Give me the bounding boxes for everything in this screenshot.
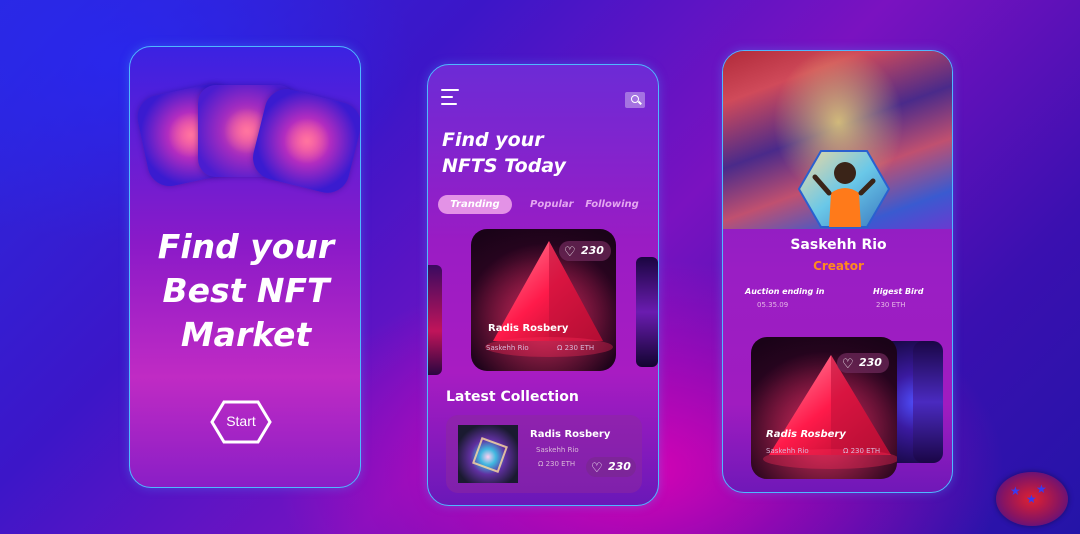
highest-bid-label: Higest Bird (873, 287, 924, 296)
page-title-line: NFTS Today (442, 155, 566, 177)
home-screen: Find your NFTS Today Tranding Popular Fo… (427, 64, 659, 506)
carousel-next-card[interactable] (636, 257, 658, 367)
like-badge[interactable]: ♡ 230 (586, 457, 636, 477)
stacked-card[interactable] (913, 341, 943, 463)
featured-nft-card[interactable]: ♡ 230 Radis Rosbery Saskehh Rio Ω 230 ET… (471, 229, 616, 371)
nft-price: Ω 230 ETH (557, 344, 595, 352)
hero-title-line: Best NFT (162, 271, 330, 310)
nft-name: Radis Rosbery (530, 429, 611, 440)
highest-bid-value: 230 ETH (876, 301, 906, 309)
hero-title-line: Find your (157, 227, 335, 266)
nft-thumbnail (458, 425, 518, 483)
heart-icon: ♡ (591, 461, 603, 476)
nft-creator: Saskehh Rio (766, 447, 809, 455)
brand-logo-icon: ★ ★ ★ (996, 472, 1068, 526)
like-count: 230 (859, 356, 882, 369)
avatar-hexagon (797, 150, 891, 228)
tab-popular[interactable]: Popular (530, 195, 574, 214)
creator-name: Saskehh Rio (790, 237, 887, 253)
nft-price: Ω 230 ETH (538, 460, 576, 468)
carousel-prev-card[interactable] (428, 265, 442, 375)
auction-timer: 05.35.09 (757, 301, 789, 309)
onboarding-screen: Find your Best NFT Market Start (129, 46, 361, 488)
tab-following[interactable]: Following (584, 195, 640, 214)
like-count: 230 (581, 244, 604, 257)
like-badge[interactable]: ♡ 230 (837, 353, 889, 373)
heart-icon: ♡ (564, 245, 576, 260)
auction-nft-card[interactable]: ♡ 230 Radis Rosbery Saskehh Rio Ω 230 ET… (751, 337, 897, 479)
auction-label: Auction ending in (745, 287, 825, 296)
like-badge[interactable]: ♡ 230 (559, 241, 611, 261)
heart-icon: ♡ (842, 357, 854, 372)
search-icon[interactable] (625, 92, 645, 108)
tab-bar: Tranding Popular Following (438, 195, 653, 215)
nft-name: Radis Rosbery (488, 323, 569, 334)
collection-list-item[interactable]: Radis Rosbery Saskehh Rio Ω 230 ETH ♡ 23… (446, 415, 642, 493)
like-count: 230 (608, 460, 631, 473)
page-title-line: Find your (442, 129, 544, 151)
nft-creator: Saskehh Rio (536, 446, 579, 454)
start-button[interactable]: Start (210, 399, 272, 445)
creator-profile-screen: Saskehh Rio Creator Auction ending in 05… (722, 50, 953, 493)
page-title: Find your NFTS Today (442, 127, 642, 179)
start-label: Start (226, 413, 256, 429)
latest-collection-heading: Latest Collection (446, 389, 579, 405)
hero-title: Find your Best NFT Market (130, 225, 360, 357)
tab-tranding[interactable]: Tranding (438, 195, 512, 214)
hero-title-line: Market (180, 315, 312, 354)
nft-creator: Saskehh Rio (486, 344, 529, 352)
nft-price: Ω 230 ETH (843, 447, 881, 455)
nft-name: Radis Rosbery (766, 429, 846, 440)
creator-role: Creator (813, 259, 864, 273)
avatar[interactable] (797, 149, 891, 229)
menu-icon[interactable] (441, 89, 461, 107)
